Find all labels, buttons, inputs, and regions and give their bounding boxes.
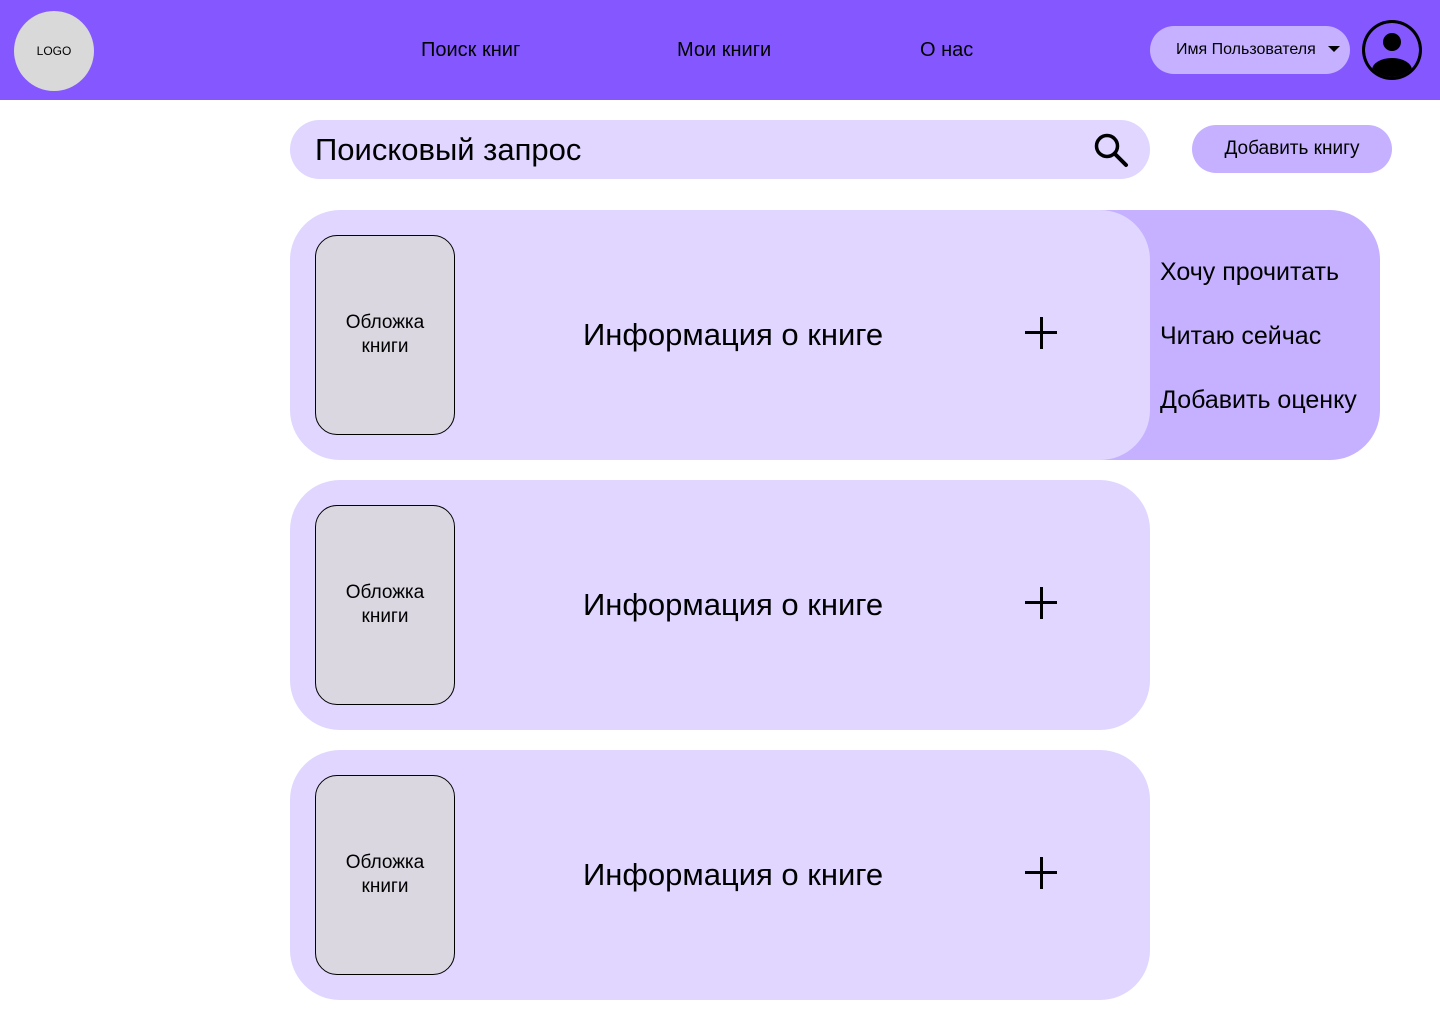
book-info: Информация о книге <box>583 587 884 622</box>
book-cover-label: Обложка книги <box>345 582 425 627</box>
menu-item-want-to-read[interactable]: Хочу прочитать <box>1160 257 1339 287</box>
book-cover[interactable]: Обложка книги <box>315 505 455 705</box>
logo[interactable]: LOGO <box>14 11 94 91</box>
book-cover[interactable]: Обложка книги <box>315 235 455 435</box>
user-menu-dropdown[interactable]: Имя Пользователя <box>1150 26 1350 74</box>
chevron-down-icon <box>1328 46 1340 52</box>
plus-icon[interactable] <box>1025 317 1057 349</box>
book-card[interactable]: Обложка книги Информация о книге <box>290 750 1150 1000</box>
user-avatar-icon[interactable] <box>1362 20 1422 80</box>
search-icon[interactable] <box>1093 132 1129 168</box>
top-navbar: LOGO Поиск книг Мои книги О нас Имя Поль… <box>0 0 1440 100</box>
nav-link-my-books[interactable]: Мои книги <box>677 38 771 62</box>
plus-icon[interactable] <box>1025 587 1057 619</box>
menu-item-add-rating[interactable]: Добавить оценку <box>1160 385 1357 415</box>
book-card[interactable]: Обложка книги Информация о книге <box>290 210 1150 460</box>
logo-text: LOGO <box>36 44 72 58</box>
book-cover-label: Обложка книги <box>345 312 425 357</box>
user-name-label: Имя Пользователя <box>1176 41 1316 58</box>
book-info: Информация о книге <box>583 857 884 892</box>
nav-link-search-books[interactable]: Поиск книг <box>421 38 520 62</box>
book-card[interactable]: Обложка книги Информация о книге <box>290 480 1150 730</box>
search-input[interactable]: Поисковый запрос <box>290 120 1150 179</box>
book-info: Информация о книге <box>583 317 884 352</box>
search-placeholder: Поисковый запрос <box>315 132 582 167</box>
nav-link-about[interactable]: О нас <box>920 38 973 62</box>
book-cover-label: Обложка книги <box>345 852 425 897</box>
plus-icon[interactable] <box>1025 857 1057 889</box>
menu-item-reading-now[interactable]: Читаю сейчас <box>1160 321 1321 351</box>
add-book-button[interactable]: Добавить книгу <box>1192 125 1392 173</box>
book-cover[interactable]: Обложка книги <box>315 775 455 975</box>
